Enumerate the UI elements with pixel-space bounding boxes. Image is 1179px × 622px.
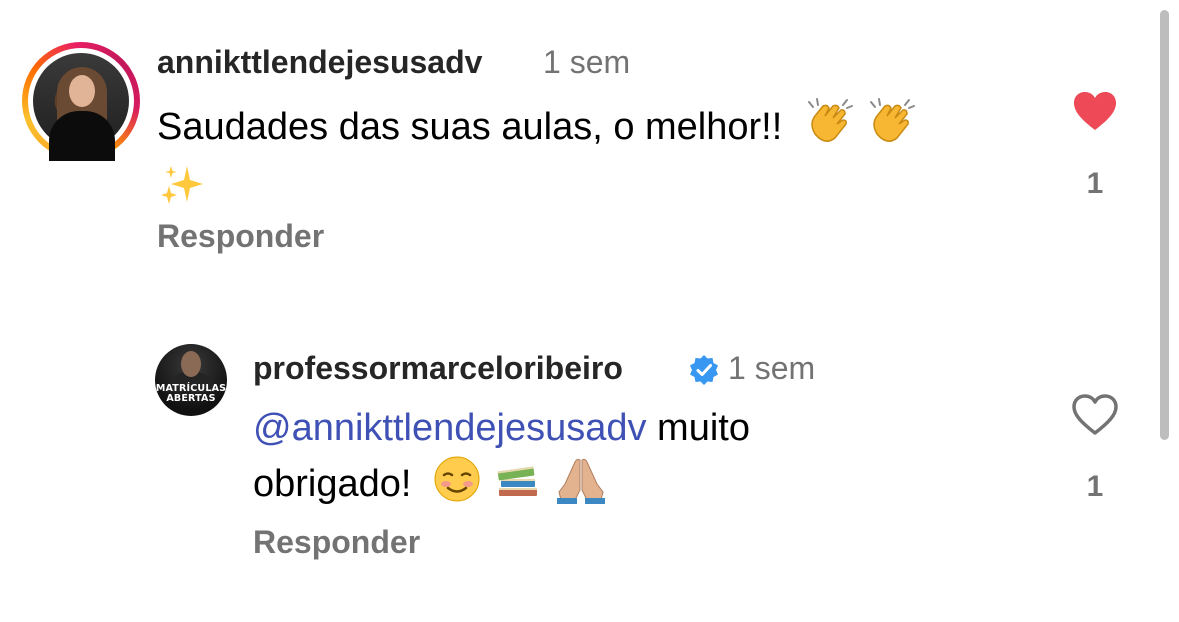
comment-timestamp: 1 sem — [728, 350, 816, 386]
comment-body: muito — [646, 407, 750, 449]
sparkles-icon — [157, 162, 209, 222]
comments-thread: annikttlendejesusadv 1 sem Saudades das … — [0, 0, 1179, 622]
avatar — [33, 53, 129, 161]
smiling-face-icon — [432, 454, 482, 518]
like-count: 1 — [1086, 167, 1104, 200]
verified-badge-icon — [690, 355, 718, 385]
clapping-hands-icon — [865, 96, 917, 162]
comment-body: Saudades das suas aulas, o melhor!! — [157, 106, 783, 149]
like-heart-outline-icon[interactable] — [1071, 393, 1119, 437]
clapping-hands-icon — [803, 96, 855, 162]
comment-body-line2: obrigado! — [253, 463, 412, 506]
comment-username[interactable]: annikttlendejesusadv — [157, 44, 482, 81]
comment-text: @annikttlendejesusadv muito obrigado! — [253, 402, 1073, 518]
avatar-text: MATRÍCULAS ABERTAS — [155, 383, 227, 404]
books-icon — [493, 454, 543, 518]
reply-button[interactable]: Responder — [157, 218, 324, 255]
mention-link[interactable]: @annikttlendejesusadv — [253, 407, 647, 449]
like-count: 1 — [1086, 470, 1104, 503]
avatar-story-ring[interactable] — [22, 42, 140, 161]
avatar[interactable]: MATRÍCULAS ABERTAS — [155, 344, 227, 416]
comment-text: Saudades das suas aulas, o melhor!! — [157, 96, 1057, 222]
comment-username[interactable]: professormarceloribeiro — [253, 350, 623, 387]
reply-button[interactable]: Responder — [253, 524, 420, 561]
comment-timestamp: 1 sem — [543, 44, 631, 80]
scrollbar[interactable] — [1160, 10, 1169, 440]
like-heart-filled-icon[interactable] — [1072, 90, 1118, 132]
folded-hands-icon — [553, 454, 609, 518]
